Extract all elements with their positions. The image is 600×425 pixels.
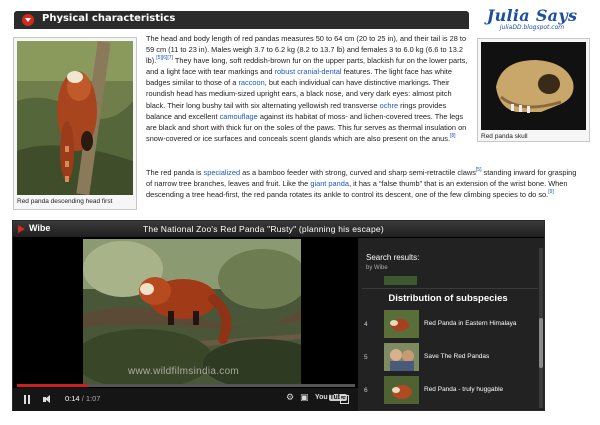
result-title: Save The Red Pandas [424,353,490,360]
results-divider [362,288,538,289]
pause-icon[interactable] [23,395,31,404]
result-number: 6 [364,387,368,394]
youtube-logo-you: You [315,394,328,401]
volume-icon[interactable] [43,395,53,404]
time-display: 0:14 / 1:07 [65,394,100,403]
gear-icon[interactable]: ⚙ [286,393,294,403]
results-section-title: Distribution of subspecies [388,293,508,304]
result-thumbnail [384,376,419,404]
link-camouflage[interactable]: camouflage [220,112,258,121]
video-player[interactable]: Wibe The National Zoo's Red Panda "Rusty… [12,220,545,411]
result-item[interactable]: 5 Save The Red Pandas [362,343,536,375]
thumb-red-panda-skull[interactable]: Red panda skull [477,38,590,142]
results-scrollbar[interactable] [539,248,543,408]
wibe-play-icon [17,224,26,233]
text-run: The red panda is [146,168,204,177]
results-sub: by Wibe [366,265,388,271]
thumb-caption: Red panda skull [481,133,528,140]
fullscreen-icon[interactable] [340,395,349,404]
result-title: Red Panda - truly huggable [424,386,504,393]
reference-link[interactable]: [5][6][7] [156,55,173,61]
time-duration: / 1:07 [79,394,101,403]
link-robust-cranial-dental[interactable]: robust cranial-dental [275,67,342,76]
video-frame-image [83,239,301,385]
search-results-panel: Search results: by Wibe Distribution of … [358,238,544,410]
red-panda-photo [17,41,133,195]
video-frame[interactable]: www.wildfilmsindia.com [83,239,301,385]
result-item[interactable]: 4 Red Panda in Eastern Himalaya [362,310,536,342]
paragraph-feeding: The red panda is specialized as a bamboo… [146,167,578,200]
skull-photo [481,42,586,130]
time-current: 0:14 [65,394,80,403]
wibe-logo[interactable]: Wibe [17,223,50,233]
text-run: as a bamboo feeder with strong, curved a… [240,168,476,177]
reference-link[interactable]: [8] [450,133,456,139]
result-number: 4 [364,321,368,328]
result-thumb-partial[interactable] [384,276,417,285]
paragraph-physical-description: The head and body length of red pandas m… [146,33,472,144]
blog-brand[interactable]: Julia Says juliaDD.blogspot.com [478,6,586,31]
result-title: Red Panda in Eastern Himalaya [424,320,517,327]
result-thumbnail [384,343,419,371]
link-raccoon[interactable]: raccoon [238,78,264,87]
link-giant-panda[interactable]: giant panda [310,179,349,188]
results-heading: Search results: [366,253,420,262]
brand-name: Julia Says [486,6,578,25]
result-item[interactable]: 6 Red Panda - truly huggable [362,376,536,408]
video-watermark: www.wildfilmsindia.com [128,366,240,377]
section-header: Physical characteristics [14,11,469,29]
result-number: 5 [364,354,368,361]
link-specialized[interactable]: specialized [204,168,241,177]
brand-url: juliaDD.blogspot.com [499,24,565,31]
thumb-red-panda-descending[interactable]: Red panda descending head first [13,37,137,210]
progress-bar[interactable] [17,384,355,387]
player-title-bar: Wibe The National Zoo's Red Panda "Rusty… [13,221,544,237]
section-bullet-icon [22,14,34,26]
result-thumbnail [384,310,419,338]
link-ochre[interactable]: ochre [380,101,399,110]
thumb-caption: Red panda descending head first [17,198,113,205]
reference-link[interactable]: [9] [548,189,554,195]
wibe-brand-text: Wibe [29,223,51,233]
captions-icon[interactable]: ▣ [300,393,309,403]
scrollbar-thumb[interactable] [539,318,543,368]
progress-fill [17,384,88,387]
section-title: Physical characteristics [42,13,176,24]
player-controls: 0:14 / 1:07 ⚙ ▣ You Tube [13,388,358,411]
video-title[interactable]: The National Zoo's Red Panda "Rusty" (pl… [143,224,384,234]
